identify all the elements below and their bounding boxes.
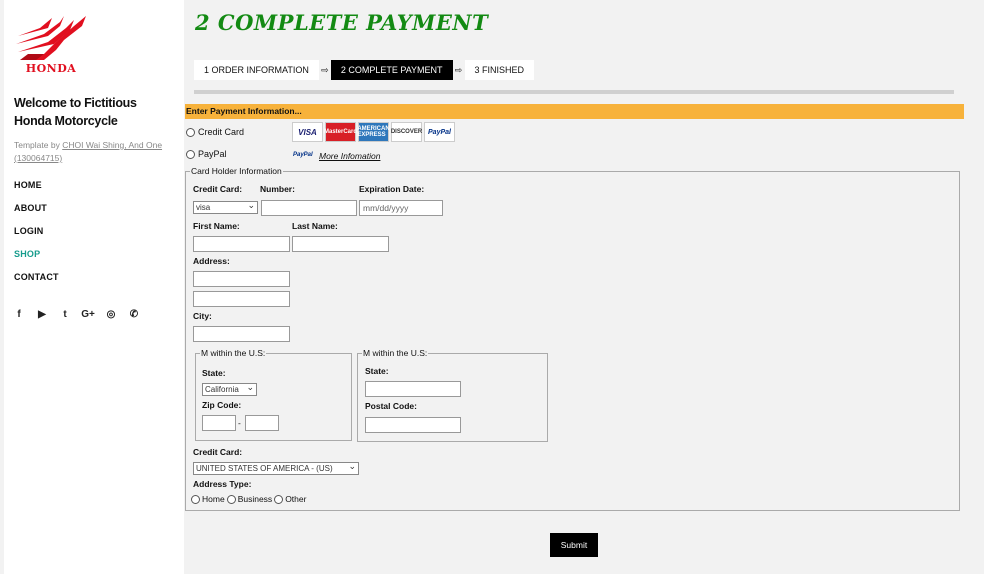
- google-plus-icon[interactable]: G+: [81, 308, 95, 320]
- paypal-logo-icon: PayPal: [293, 152, 313, 158]
- us-state-select[interactable]: California: [202, 381, 257, 396]
- template-credit: Template by CHOI Wai Shing, And One (130…: [14, 139, 184, 165]
- address-type-home-radio[interactable]: [191, 494, 200, 504]
- credit-card-type-select[interactable]: visa: [193, 199, 258, 214]
- mastercard-icon: MasterCard: [324, 122, 357, 142]
- whatsapp-icon[interactable]: ◎: [105, 308, 117, 320]
- postal-code-label: Postal Code:: [365, 401, 417, 411]
- country-select[interactable]: UNITED STATES OF AMERICA - (US): [193, 460, 359, 475]
- honda-wing-icon: [16, 16, 86, 60]
- credit-card-type-label: Credit Card:: [193, 184, 243, 194]
- postal-code-input[interactable]: [365, 417, 461, 433]
- us-state-label: State:: [202, 368, 226, 378]
- expiration-date-input[interactable]: mm/dd/yyyy: [359, 200, 443, 216]
- step-complete-payment[interactable]: 2 COMPLETE PAYMENT: [330, 60, 453, 80]
- first-name-input[interactable]: [193, 236, 290, 252]
- welcome-heading: Welcome to Fictitious Honda Motorcycle: [14, 96, 137, 128]
- address-type-other-label: Other: [285, 494, 307, 504]
- address-line2-input[interactable]: [193, 291, 290, 307]
- wechat-icon[interactable]: ✆: [128, 308, 140, 320]
- us-address-legend: M within the U.S:: [201, 348, 266, 358]
- checkout-steps: 1 ORDER INFORMATION ⇨ 2 COMPLETE PAYMENT…: [194, 60, 535, 80]
- visa-card-icon: VISA: [292, 122, 323, 142]
- credit-card-radio[interactable]: [186, 127, 195, 137]
- more-information-link[interactable]: More Infomation: [319, 151, 380, 161]
- expiration-date-label: Expiration Date:: [359, 184, 425, 194]
- honda-logo[interactable]: HONDA: [14, 14, 88, 76]
- paypal-option[interactable]: PayPal: [186, 149, 227, 159]
- nav-about[interactable]: ABOUT: [14, 203, 59, 226]
- zip-code-label: Zip Code:: [202, 400, 242, 410]
- address-type-home-label: Home: [202, 494, 225, 504]
- submit-button[interactable]: Submit: [550, 533, 598, 557]
- twitter-icon[interactable]: t: [59, 308, 71, 320]
- card-number-label: Number:: [260, 184, 295, 194]
- intl-state-label: State:: [365, 366, 389, 376]
- address-line1-input[interactable]: [193, 271, 290, 287]
- credit-card-option-label: Credit Card: [198, 127, 245, 137]
- address-type-options: Home Business Other: [191, 494, 306, 504]
- last-name-input[interactable]: [292, 236, 389, 252]
- zip-ext-input[interactable]: [245, 415, 279, 431]
- zip-dash: -: [238, 418, 241, 428]
- country-label: Credit Card:: [193, 447, 243, 457]
- paypal-card-icon: PayPal: [424, 122, 455, 142]
- payment-info-header: Enter Payment Information...: [185, 104, 964, 119]
- intl-state-input[interactable]: [365, 381, 461, 397]
- address-label: Address:: [193, 256, 230, 266]
- social-links: f ▶ t G+ ◎ ✆: [13, 308, 140, 320]
- accepted-cards: VISA MasterCard AMERICAN EXPRESS DISCOVE…: [292, 122, 455, 142]
- last-name-label: Last Name:: [292, 221, 338, 231]
- step-finished[interactable]: 3 FINISHED: [464, 60, 535, 80]
- credit-card-option[interactable]: Credit Card: [186, 127, 244, 137]
- address-type-business-radio[interactable]: [226, 494, 236, 504]
- paypal-option-label: PayPal: [198, 149, 227, 159]
- step-order-information[interactable]: 1 ORDER INFORMATION: [194, 60, 319, 80]
- youtube-icon[interactable]: ▶: [36, 308, 48, 320]
- main-nav: HOME ABOUT LOGIN SHOP CONTACT: [14, 180, 59, 295]
- step-arrow-icon: ⇨: [454, 64, 463, 75]
- honda-logo-text: HONDA: [25, 62, 77, 75]
- step-arrow-icon: ⇨: [321, 64, 329, 75]
- discover-card-icon: DISCOVER: [391, 122, 422, 142]
- nav-home[interactable]: HOME: [14, 180, 59, 203]
- zip-code-input[interactable]: [202, 415, 236, 431]
- card-holder-legend: Card Holder Information: [191, 166, 282, 176]
- facebook-icon[interactable]: f: [13, 308, 25, 320]
- steps-divider: [194, 90, 954, 94]
- address-type-business-label: Business: [237, 494, 273, 504]
- template-prefix: Template by: [14, 140, 63, 150]
- address-type-other-radio[interactable]: [274, 494, 284, 504]
- nav-contact[interactable]: CONTACT: [14, 272, 59, 295]
- first-name-label: First Name:: [193, 221, 240, 231]
- paypal-radio[interactable]: [186, 149, 195, 159]
- nav-login[interactable]: LOGIN: [14, 226, 59, 249]
- city-input[interactable]: [193, 326, 290, 342]
- intl-address-legend: M within the U.S:: [363, 348, 428, 358]
- nav-shop[interactable]: SHOP: [14, 249, 59, 272]
- card-holder-fieldset: Card Holder Information: [185, 166, 960, 511]
- sidebar: HONDA Welcome to Fictitious Honda Motorc…: [4, 0, 184, 574]
- page-title: 2 COMPLETE PAYMENT: [195, 10, 489, 35]
- city-label: City:: [193, 311, 212, 321]
- amex-card-icon: AMERICAN EXPRESS: [357, 122, 390, 142]
- address-type-label: Address Type:: [193, 479, 252, 489]
- card-number-input[interactable]: [261, 200, 357, 216]
